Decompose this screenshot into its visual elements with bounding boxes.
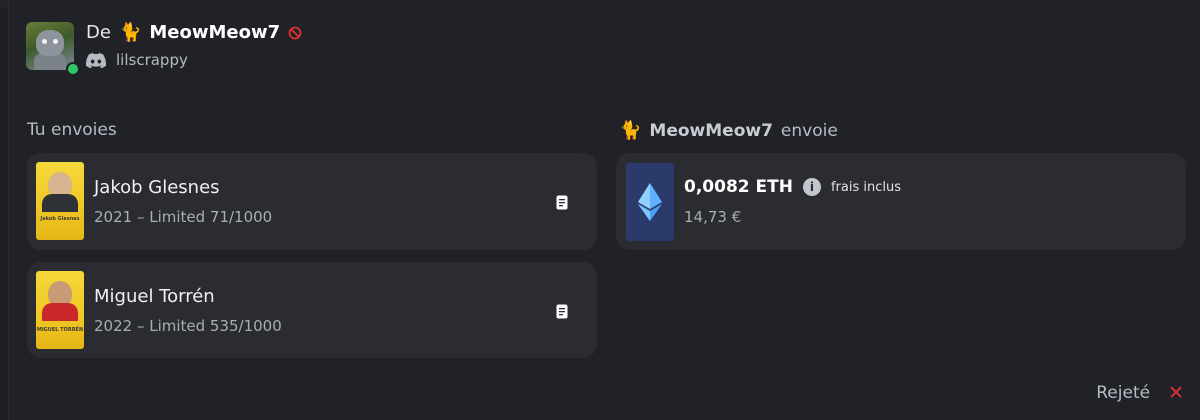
eth-amount-line: 0,0082 ETH i frais inclus (684, 177, 901, 197)
sender-name[interactable]: MeowMeow7 (149, 22, 280, 43)
avatar-image (26, 22, 74, 70)
discord-line: lilscrappy (86, 51, 188, 69)
close-icon[interactable]: ✕ (1168, 382, 1184, 404)
from-prefix: De (86, 22, 111, 43)
eth-amount: 0,0082 ETH (684, 177, 793, 197)
you-send-label: Tu envoies (27, 120, 117, 140)
player-name: Miguel Torrén (94, 286, 215, 307)
player-name: Jakob Glesnes (94, 177, 220, 198)
fees-note: frais inclus (830, 179, 901, 195)
online-status-icon (66, 62, 80, 76)
status-text: Rejeté (1096, 383, 1151, 403)
discord-username: lilscrappy (116, 51, 188, 69)
fiat-value: 14,73 € (684, 208, 742, 226)
player-card-text: Jakob Glesnes (40, 216, 80, 222)
they-send-label: 🐈 MeowMeow7 envoie (619, 120, 838, 141)
info-icon[interactable]: i (802, 178, 821, 196)
card-edition: 2021 – Limited 71/1000 (94, 208, 273, 226)
document-icon[interactable] (556, 304, 568, 319)
ethereum-icon (638, 183, 662, 221)
discord-icon (86, 52, 106, 68)
player-card-image: Jakob Glesnes (36, 162, 84, 240)
trade-item-card[interactable]: MIGUEL TORRÉN Miguel Torrén 2022 – Limit… (27, 262, 597, 358)
trade-item-card[interactable]: Jakob Glesnes Jakob Glesnes 2021 – Limit… (27, 153, 597, 250)
receiver-sender-name: MeowMeow7 (649, 120, 773, 141)
cat-emoji-icon: 🐈 (118, 22, 142, 43)
document-icon[interactable] (556, 195, 568, 210)
player-card-image: MIGUEL TORRÉN (36, 271, 84, 349)
blocked-icon (288, 26, 302, 39)
cat-emoji-icon: 🐈 (619, 120, 642, 141)
eth-payment-card[interactable]: 0,0082 ETH i frais inclus 14,73 € (616, 153, 1186, 250)
eth-token-box (626, 163, 674, 241)
status-footer: Rejeté ✕ (1096, 382, 1184, 404)
send-verb: envoie (780, 120, 838, 141)
card-edition: 2022 – Limited 535/1000 (94, 317, 282, 335)
sender-line: De 🐈 MeowMeow7 (86, 22, 302, 43)
sender-avatar[interactable] (26, 22, 80, 76)
player-card-text: MIGUEL TORRÉN (36, 327, 84, 333)
